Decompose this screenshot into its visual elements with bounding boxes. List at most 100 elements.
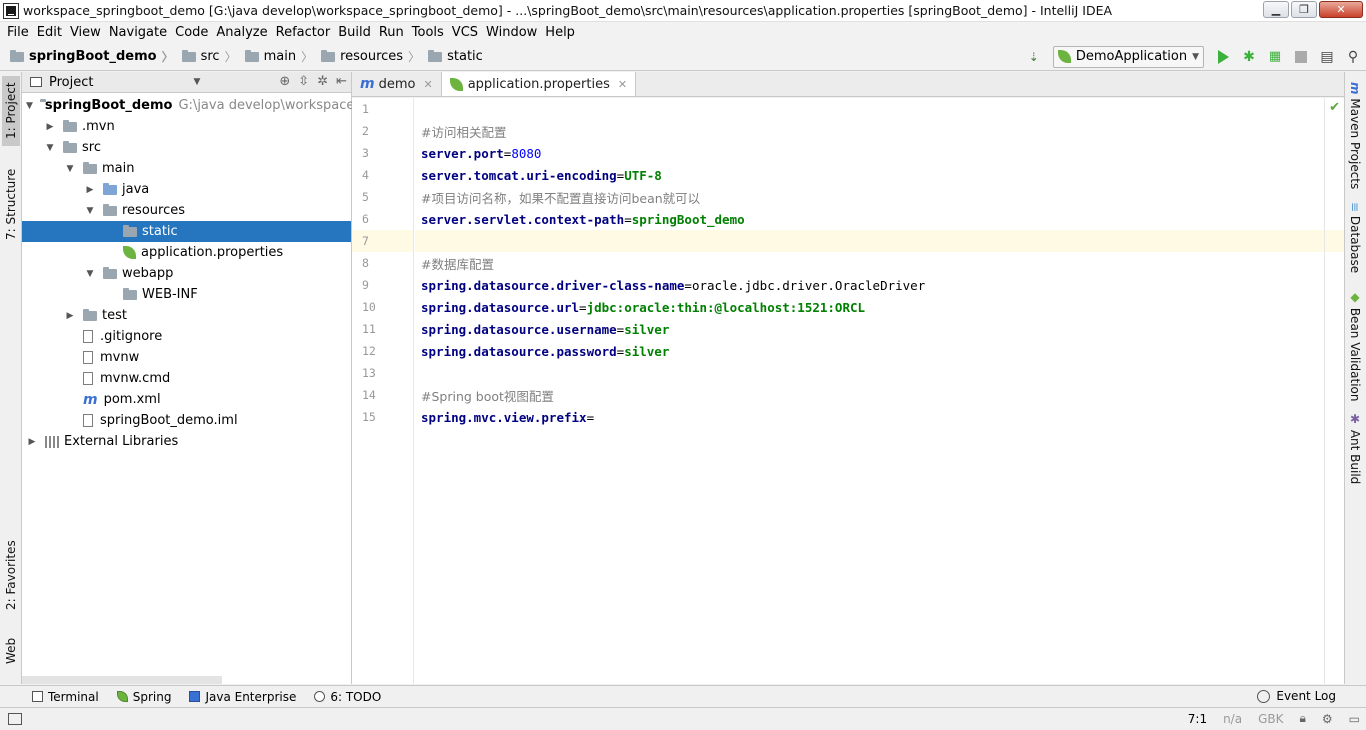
menu-file[interactable]: File <box>3 25 33 40</box>
tree-item-web-inf[interactable]: WEB-INF <box>22 284 351 305</box>
inspector-icon[interactable]: ⚙ <box>1322 712 1333 726</box>
coverage-button[interactable]: ▦ <box>1262 46 1288 68</box>
close-icon[interactable]: ✕ <box>618 78 627 91</box>
breadcrumb-static[interactable]: static <box>420 49 483 64</box>
tree-item-external-libraries[interactable]: ▶ External Libraries <box>22 431 351 452</box>
code-line[interactable]: #Spring boot视图配置 <box>415 384 1344 406</box>
tree-item-static[interactable]: static <box>22 221 351 242</box>
code-line[interactable]: server.tomcat.uri-encoding=UTF-8 <box>415 164 1344 186</box>
chevron-down-icon[interactable]: ▼ <box>84 206 96 216</box>
gear-icon[interactable]: ✲ <box>317 74 328 89</box>
tool-terminal[interactable]: Terminal <box>32 690 99 704</box>
code-line[interactable]: spring.datasource.url=jdbc:oracle:thin:@… <box>415 296 1344 318</box>
tool-windows-toggle-icon[interactable] <box>8 713 22 725</box>
collapse-icon[interactable]: ⇳ <box>298 74 309 89</box>
menu-view[interactable]: View <box>66 25 105 40</box>
tab-web[interactable]: Web <box>2 628 20 674</box>
tree-item-mvnw[interactable]: mvnw <box>22 347 351 368</box>
chevron-right-icon[interactable]: ▶ <box>44 122 56 132</box>
line-separator-status[interactable]: n/a <box>1223 712 1242 726</box>
code-area[interactable]: #访问相关配置 server.port=8080 server.tomcat.uri… <box>415 98 1344 684</box>
close-button[interactable]: ✕ <box>1319 1 1363 18</box>
locate-icon[interactable]: ⊕ <box>279 74 290 89</box>
tree-item-webapp[interactable]: ▼ webapp <box>22 263 351 284</box>
menu-navigate[interactable]: Navigate <box>105 25 171 40</box>
project-panel-header[interactable]: Project ▼ ⊕ ⇳ ✲ ⇤ <box>22 72 351 93</box>
chevron-down-icon[interactable]: ▼ <box>193 77 200 87</box>
tab-favorites[interactable]: 2: Favorites <box>2 532 20 618</box>
code-line[interactable]: #访问相关配置 <box>415 120 1344 142</box>
chevron-down-icon[interactable]: ▼ <box>84 269 96 279</box>
breadcrumb-src[interactable]: src 〉 <box>174 48 237 65</box>
menu-run[interactable]: Run <box>375 25 408 40</box>
project-structure-button[interactable]: ▤ <box>1314 46 1340 68</box>
menu-analyze[interactable]: Analyze <box>212 25 271 40</box>
code-editor[interactable]: 1 2 3 4 5 6 7 8 9 10 11 12 13 14 15 #访问相关配置 server.port… <box>352 98 1344 684</box>
tree-item-root[interactable]: ▼ springBoot_demo G:\java develop\worksp… <box>22 95 376 116</box>
caret-position[interactable]: 7:1 <box>1188 712 1207 726</box>
horizontal-scrollbar[interactable] <box>22 676 222 684</box>
run-button[interactable] <box>1210 46 1236 68</box>
tool-event-log[interactable]: Event Log <box>1257 689 1336 703</box>
lock-icon[interactable]: 🔒︎ <box>1300 711 1306 726</box>
breadcrumb-project[interactable]: springBoot_demo 〉 <box>0 48 174 65</box>
chevron-down-icon[interactable]: ▼ <box>64 164 76 174</box>
tool-java-enterprise[interactable]: Java Enterprise <box>189 690 296 704</box>
stop-button[interactable] <box>1288 46 1314 68</box>
tree-item-iml[interactable]: springBoot_demo.iml <box>22 410 351 431</box>
notifications-icon[interactable]: ▭ <box>1349 712 1360 726</box>
tab-maven-projects[interactable]: m Maven Projects <box>1348 82 1362 189</box>
code-line[interactable]: spring.datasource.username=silver <box>415 318 1344 340</box>
breadcrumb-resources[interactable]: resources 〉 <box>313 48 420 65</box>
debug-button[interactable]: ✱ <box>1236 46 1262 68</box>
menu-vcs[interactable]: VCS <box>448 25 482 40</box>
breadcrumb-main[interactable]: main 〉 <box>237 48 313 65</box>
tab-ant-build[interactable]: ✱ Ant Build <box>1348 412 1362 484</box>
editor-tab-application-properties[interactable]: application.properties ✕ <box>441 72 637 96</box>
code-line[interactable]: #项目访问名称，如果不配置直接访问bean就可以 <box>415 186 1344 208</box>
editor-tab-demo[interactable]: m demo ✕ <box>352 72 442 96</box>
minimize-button[interactable]: ▁ <box>1263 1 1289 18</box>
tab-bean-validation[interactable]: ◆ Bean Validation <box>1348 290 1362 401</box>
code-line[interactable] <box>415 98 1344 120</box>
tree-item-pom[interactable]: m pom.xml <box>22 389 351 410</box>
code-line[interactable]: spring.mvc.view.prefix= <box>415 406 1344 428</box>
menu-window[interactable]: Window <box>482 25 541 40</box>
tab-database[interactable]: ≡ Database <box>1348 202 1362 273</box>
code-line[interactable]: spring.datasource.driver-class-name=orac… <box>415 274 1344 296</box>
code-line[interactable] <box>415 230 1344 252</box>
tree-item-resources[interactable]: ▼ resources <box>22 200 351 221</box>
chevron-right-icon[interactable]: ▶ <box>64 311 76 321</box>
tool-todo[interactable]: 6: TODO <box>314 690 381 704</box>
menu-help[interactable]: Help <box>541 25 579 40</box>
tree-item-application-properties[interactable]: application.properties <box>22 242 351 263</box>
tree-item-src[interactable]: ▼ src <box>22 137 351 158</box>
code-line[interactable]: spring.datasource.password=silver <box>415 340 1344 362</box>
tool-spring[interactable]: Spring <box>116 690 171 704</box>
tree-item-gitignore[interactable]: .gitignore <box>22 326 351 347</box>
tree-item-main[interactable]: ▼ main <box>22 158 351 179</box>
chevron-right-icon[interactable]: ▶ <box>26 437 38 447</box>
maximize-button[interactable]: ❐ <box>1291 1 1317 18</box>
chevron-right-icon[interactable]: ▶ <box>84 185 96 195</box>
menu-refactor[interactable]: Refactor <box>272 25 335 40</box>
tree-item-mvn[interactable]: ▶ .mvn <box>22 116 351 137</box>
tab-project[interactable]: 1: Project <box>2 76 20 146</box>
hide-panel-icon[interactable]: ⇤ <box>336 74 347 89</box>
menu-build[interactable]: Build <box>334 25 375 40</box>
search-everywhere-button[interactable]: ⚲ <box>1340 46 1366 68</box>
run-configuration-select[interactable]: DemoApplication ▼ <box>1052 45 1204 68</box>
code-line[interactable]: server.servlet.context-path=springBoot_d… <box>415 208 1344 230</box>
menu-tools[interactable]: Tools <box>408 25 448 40</box>
sort-icon[interactable]: ⇣ <box>1021 46 1047 68</box>
menu-code[interactable]: Code <box>171 25 212 40</box>
chevron-down-icon[interactable]: ▼ <box>44 143 56 153</box>
tree-item-mvnw-cmd[interactable]: mvnw.cmd <box>22 368 351 389</box>
code-line[interactable]: #数据库配置 <box>415 252 1344 274</box>
tree-item-java[interactable]: ▶ java <box>22 179 351 200</box>
code-line[interactable] <box>415 362 1344 384</box>
close-icon[interactable]: ✕ <box>423 78 432 91</box>
menu-edit[interactable]: Edit <box>33 25 66 40</box>
tree-item-test[interactable]: ▶ test <box>22 305 351 326</box>
chevron-down-icon[interactable]: ▼ <box>26 101 33 111</box>
